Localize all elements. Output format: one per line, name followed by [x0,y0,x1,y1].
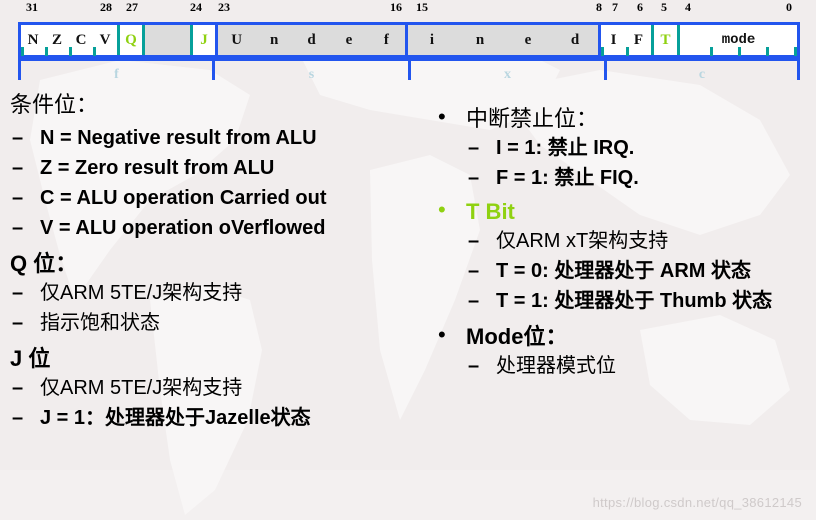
bit-cell-z: Z [45,25,69,56]
bit-tick [738,47,741,56]
bit-number: 8 [596,0,602,14]
field-label-band: f s x c [18,58,800,82]
j-bit-heading: J 位 [10,346,51,371]
left-content-column: 条件位： N = Negative result from ALU Z = Ze… [10,90,430,434]
field-bracket-c: c [604,58,800,82]
bit-number: 27 [126,0,138,14]
bit-cells-reserved-27-25 [142,25,190,55]
list-item: 仅ARM 5TE/J架构支持 [10,374,430,403]
bit-cell-v: V [93,25,117,56]
undefined-char: d [307,31,316,48]
mode-bits-list: 处理器模式位 [466,352,816,381]
bit-number: 15 [416,0,428,14]
undefined-char: U [231,31,243,48]
register-segment-f: N Z C V Q J [21,25,215,56]
field-label-f: f [114,67,119,82]
undefined-char: d [570,31,580,48]
bit-cell-f: F [626,25,651,56]
bit-cell-t: T [651,25,677,55]
undefined-char: e [524,31,532,48]
list-item: 仅ARM 5TE/J架构支持 [10,279,430,308]
mode-bits-heading: Mode位： 处理器模式位 [432,320,816,381]
list-item: I = 1: 禁止 IRQ. [466,134,816,163]
list-item: 处理器模式位 [466,352,816,381]
register-segment-s: U n d e f [215,25,405,55]
undefined-char: e [345,31,353,48]
bit-number: 0 [786,0,792,14]
bit-number: 5 [661,0,667,14]
condition-flags-heading: 条件位： [10,92,99,117]
field-label-c: c [698,67,706,82]
list-item: 指示饱和状态 [10,309,430,338]
bit-number: 23 [218,0,230,14]
j-bit-list: 仅ARM 5TE/J架构支持 J = 1：处理器处于Jazelle状态 [10,374,430,433]
source-watermark: https://blog.csdn.net/qq_38612145 [592,495,802,510]
mode-bits-title: Mode位： [466,324,568,349]
q-bit-list: 仅ARM 5TE/J架构支持 指示饱和状态 [10,279,430,338]
bit-cell-c: C [69,25,93,56]
list-item: C = ALU operation Carried out [10,184,430,213]
q-bit-heading: Q 位： [10,251,78,276]
register-segment-x: i n e d [405,25,598,55]
bit-cell-j: J [190,25,215,55]
list-item: T = 0: 处理器处于 ARM 状态 [466,257,816,286]
bit-tick [766,47,769,56]
t-bit-list: 仅ARM xT架构支持 T = 0: 处理器处于 ARM 状态 T = 1: 处… [466,227,816,316]
list-item: F = 1: 禁止 FIQ. [466,164,816,193]
bit-tick [794,47,797,56]
list-item: J = 1：处理器处于Jazelle状态 [10,404,430,433]
undefined-char: i [429,31,435,48]
bit-cells-mode: mode [677,25,797,56]
bit-number-row: 31 28 27 24 23 16 15 8 7 6 5 4 0 [0,0,816,18]
interrupt-disable-heading: 中断禁止位： I = 1: 禁止 IRQ. F = 1: 禁止 FIQ. [432,102,816,193]
field-bracket-f: f [18,58,212,82]
psr-register-diagram: 31 28 27 24 23 16 15 8 7 6 5 4 0 N Z C V… [0,0,816,82]
bit-number: 16 [390,0,402,14]
right-top-list: 中断禁止位： I = 1: 禁止 IRQ. F = 1: 禁止 FIQ. T B… [432,102,816,381]
bit-cell-n: N [21,25,45,56]
field-label-s: s [308,67,315,82]
bit-number: 31 [26,0,38,14]
list-item: N = Negative result from ALU [10,124,430,153]
register-box: N Z C V Q J U n d e f i n e d I F T mode [18,22,800,58]
interrupt-disable-list: I = 1: 禁止 IRQ. F = 1: 禁止 FIQ. [466,134,816,193]
field-label-x: x [504,67,511,82]
list-item: V = ALU operation oVerflowed [10,214,430,243]
right-content-column: 中断禁止位： I = 1: 禁止 IRQ. F = 1: 禁止 FIQ. T B… [432,102,816,382]
register-segment-c: I F T mode [598,25,797,56]
list-item: T = 1: 处理器处于 Thumb 状态 [466,287,816,316]
undefined-char: n [269,31,279,48]
undefined-char: f [383,31,389,48]
undefined-char: n [475,31,485,48]
bit-cell-q: Q [117,25,142,55]
bit-tick [710,47,713,56]
bit-number: 4 [685,0,691,14]
condition-flags-list: N = Negative result from ALU Z = Zero re… [10,124,430,243]
bit-number: 6 [637,0,643,14]
t-bit-title: T Bit [466,199,515,224]
list-item: 仅ARM xT架构支持 [466,227,816,256]
bit-number: 7 [612,0,618,14]
list-item: Z = Zero result from ALU [10,154,430,183]
interrupt-disable-title: 中断禁止位： [466,106,599,131]
field-bracket-s: s [212,58,408,82]
bit-number: 24 [190,0,202,14]
bit-number: 28 [100,0,112,14]
t-bit-heading: T Bit 仅ARM xT架构支持 T = 0: 处理器处于 ARM 状态 T … [432,195,816,316]
bit-cell-i: I [601,25,626,56]
field-bracket-x: x [408,58,604,82]
